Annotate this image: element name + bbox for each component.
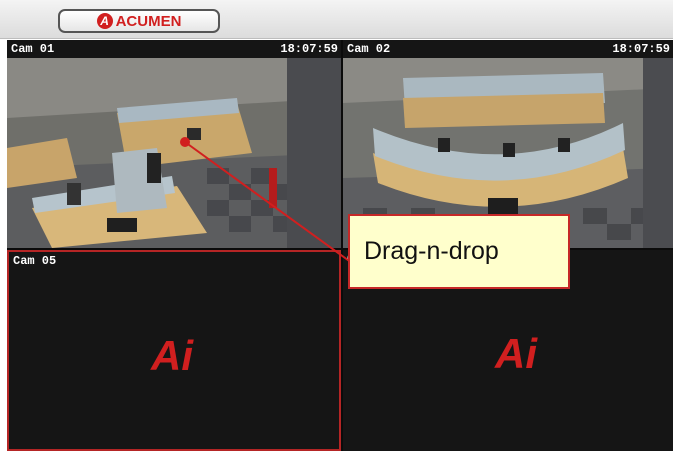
drag-n-drop-callout: Drag-n-drop [348,214,570,289]
drag-start-dot [180,137,190,147]
drag-annotation [180,137,353,264]
drag-line [184,141,353,264]
callout-text: Drag-n-drop [364,237,499,265]
